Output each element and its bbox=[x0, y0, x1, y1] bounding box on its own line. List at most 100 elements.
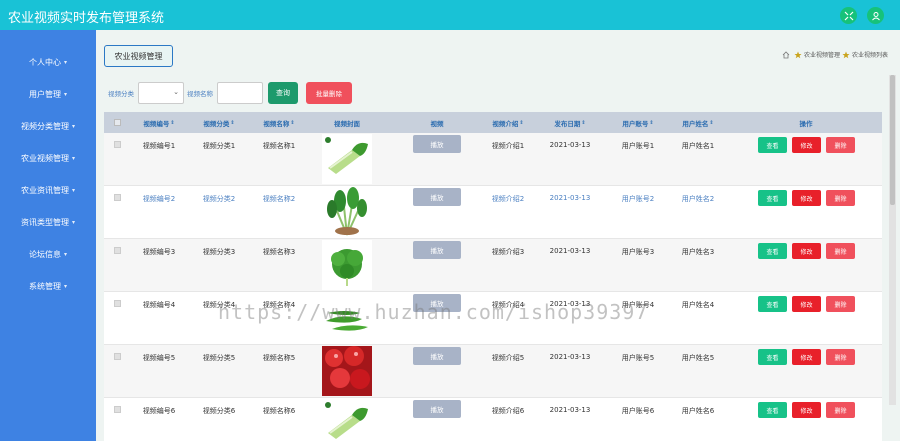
table-row[interactable]: 视频编号3 视频分类3 视频名称3 播放 视频介绍3 2021-03-13 用户账号3 用户姓… bbox=[104, 239, 882, 292]
breadcrumb-item: 农业视频列表 bbox=[851, 52, 888, 59]
delete-button[interactable]: 删除 bbox=[826, 190, 855, 206]
row-checkbox[interactable] bbox=[114, 141, 121, 148]
view-button[interactable]: 查看 bbox=[758, 296, 787, 312]
sidebar-item-label: 农业资讯管理 bbox=[20, 185, 69, 195]
sort-icon: ⇕ bbox=[519, 119, 524, 126]
table-row[interactable]: 视频编号1 视频分类1 视频名称1 播放 视频介绍1 2021-03-13 用户账号1 用户姓… bbox=[104, 133, 882, 186]
name-input[interactable] bbox=[217, 82, 263, 104]
sidebar-item-forum[interactable]: 论坛信息 ▾ bbox=[0, 238, 96, 270]
cell-code: 视频编号1 bbox=[142, 142, 176, 150]
sidebar-item-agri-video[interactable]: 农业视频管理 ▾ bbox=[0, 142, 96, 174]
col-category[interactable]: 视频分类 ⇕ bbox=[196, 112, 242, 133]
sort-icon: ⇕ bbox=[230, 119, 235, 126]
table-row[interactable]: 视频编号5 视频分类5 视频名称5 播放 视频介绍5 2021-03-13 用户账号5 用户姓… bbox=[104, 345, 882, 398]
sidebar-item-label: 农业视频管理 bbox=[20, 153, 69, 163]
edit-button[interactable]: 修改 bbox=[792, 349, 821, 365]
sidebar-item-label: 论坛信息 bbox=[28, 249, 61, 259]
vertical-scrollbar[interactable] bbox=[889, 75, 896, 405]
sidebar-item-label: 视频分类管理 bbox=[20, 121, 69, 131]
sidebar-item-video-category[interactable]: 视频分类管理 ▾ bbox=[0, 110, 96, 142]
sidebar-item-system[interactable]: 系统管理 ▾ bbox=[0, 270, 96, 302]
col-account[interactable]: 用户账号 ⇕ bbox=[614, 112, 662, 133]
scrollbar-thumb[interactable] bbox=[890, 75, 895, 205]
star-icon bbox=[794, 51, 802, 59]
breadcrumb-item[interactable]: 农业视频管理 bbox=[804, 50, 840, 59]
cell-date: 2021-03-13 bbox=[549, 353, 591, 361]
play-button[interactable]: 播放 bbox=[413, 347, 461, 365]
col-name[interactable]: 视频名称 ⇕ bbox=[256, 112, 302, 133]
view-button[interactable]: 查看 bbox=[758, 243, 787, 259]
cell-username: 用户姓名1 bbox=[681, 142, 715, 150]
view-button[interactable]: 查看 bbox=[758, 402, 787, 418]
chevron-down-icon: ▾ bbox=[63, 58, 67, 66]
category-select[interactable]: ⌄ bbox=[138, 82, 184, 104]
view-button[interactable]: 查看 bbox=[758, 349, 787, 365]
play-button[interactable]: 播放 bbox=[413, 241, 461, 259]
batch-delete-button[interactable]: 批量删除 bbox=[306, 82, 352, 104]
cell-intro: 视频介绍3 bbox=[491, 248, 525, 256]
chevron-down-icon: ▾ bbox=[63, 282, 67, 290]
select-all-checkbox[interactable] bbox=[114, 119, 121, 126]
edit-button[interactable]: 修改 bbox=[792, 296, 821, 312]
sidebar-item-agri-news[interactable]: 农业资讯管理 ▾ bbox=[0, 174, 96, 206]
sort-icon: ⇕ bbox=[170, 119, 175, 126]
name-label: 视频名称 bbox=[187, 90, 213, 98]
cell-username: 用户姓名6 bbox=[681, 407, 715, 415]
table-row[interactable]: 视频编号2 视频分类2 视频名称2 播放 视频介绍2 2021-03-13 用户账号2 用户姓… bbox=[104, 186, 882, 239]
play-button[interactable]: 播放 bbox=[413, 135, 461, 153]
edit-button[interactable]: 修改 bbox=[792, 243, 821, 259]
view-button[interactable]: 查看 bbox=[758, 190, 787, 206]
cell-username: 用户姓名4 bbox=[681, 301, 715, 309]
cell-category: 视频分类6 bbox=[202, 407, 236, 415]
cell-account: 用户账号5 bbox=[621, 354, 655, 362]
col-video: 视频 bbox=[430, 119, 444, 128]
top-header: 农业视频实时发布管理系统 bbox=[0, 0, 900, 30]
edit-button[interactable]: 修改 bbox=[792, 190, 821, 206]
query-button[interactable]: 查询 bbox=[268, 82, 298, 104]
edit-button[interactable]: 修改 bbox=[792, 137, 821, 153]
cell-username: 用户姓名3 bbox=[681, 248, 715, 256]
user-icon[interactable] bbox=[867, 7, 884, 24]
main-content: 农业视频管理 农业视频管理 农业视频列表 视频分类 ⌄ 视频名称 查询 批量删除… bbox=[96, 30, 900, 441]
sort-icon: ⇕ bbox=[581, 119, 586, 126]
col-code[interactable]: 视频编号 ⇕ bbox=[136, 112, 182, 133]
col-intro[interactable]: 视频介绍 ⇕ bbox=[484, 112, 532, 133]
watermark: https://www.huzhan.com/ishop39397 bbox=[218, 300, 649, 324]
sidebar-item-label: 用户管理 bbox=[28, 89, 61, 99]
edit-button[interactable]: 修改 bbox=[792, 402, 821, 418]
row-checkbox[interactable] bbox=[114, 194, 121, 201]
cell-account: 用户账号1 bbox=[621, 142, 655, 150]
row-checkbox[interactable] bbox=[114, 406, 121, 413]
row-checkbox[interactable] bbox=[114, 300, 121, 307]
col-date[interactable]: 发布日期 ⇕ bbox=[544, 112, 596, 133]
cover-image-spinach bbox=[322, 187, 372, 237]
page-title: 农业视频管理 bbox=[104, 45, 173, 67]
sidebar-item-personal-center[interactable]: 个人中心 ▾ bbox=[0, 46, 96, 78]
cell-category: 视频分类5 bbox=[202, 354, 236, 362]
row-checkbox[interactable] bbox=[114, 353, 121, 360]
sidebar-item-label: 资讯类型管理 bbox=[20, 217, 69, 227]
sidebar-item-users[interactable]: 用户管理 ▾ bbox=[0, 78, 96, 110]
delete-button[interactable]: 删除 bbox=[826, 137, 855, 153]
col-username[interactable]: 用户姓名 ⇕ bbox=[674, 112, 722, 133]
cell-intro: 视频介绍5 bbox=[491, 354, 525, 362]
cover-image-celery bbox=[322, 399, 372, 441]
breadcrumb: 农业视频管理 农业视频列表 bbox=[780, 50, 888, 59]
table-row[interactable]: 视频编号6 视频分类6 视频名称6 播放 视频介绍6 2021-03-13 用户账号6 用户姓… bbox=[104, 398, 882, 441]
view-button[interactable]: 查看 bbox=[758, 137, 787, 153]
cell-username: 用户姓名5 bbox=[681, 354, 715, 362]
shrink-icon[interactable] bbox=[840, 7, 857, 24]
play-button[interactable]: 播放 bbox=[413, 400, 461, 418]
cell-account: 用户账号2 bbox=[621, 195, 655, 203]
play-button[interactable]: 播放 bbox=[413, 188, 461, 206]
cell-intro: 视频介绍2 bbox=[491, 195, 525, 203]
delete-button[interactable]: 删除 bbox=[826, 402, 855, 418]
chevron-down-icon: ▾ bbox=[71, 218, 75, 226]
delete-button[interactable]: 删除 bbox=[826, 296, 855, 312]
sidebar-item-news-type[interactable]: 资讯类型管理 ▾ bbox=[0, 206, 96, 238]
row-checkbox[interactable] bbox=[114, 247, 121, 254]
cell-intro: 视频介绍1 bbox=[491, 142, 525, 150]
sort-icon: ⇕ bbox=[290, 119, 295, 126]
delete-button[interactable]: 删除 bbox=[826, 349, 855, 365]
delete-button[interactable]: 删除 bbox=[826, 243, 855, 259]
